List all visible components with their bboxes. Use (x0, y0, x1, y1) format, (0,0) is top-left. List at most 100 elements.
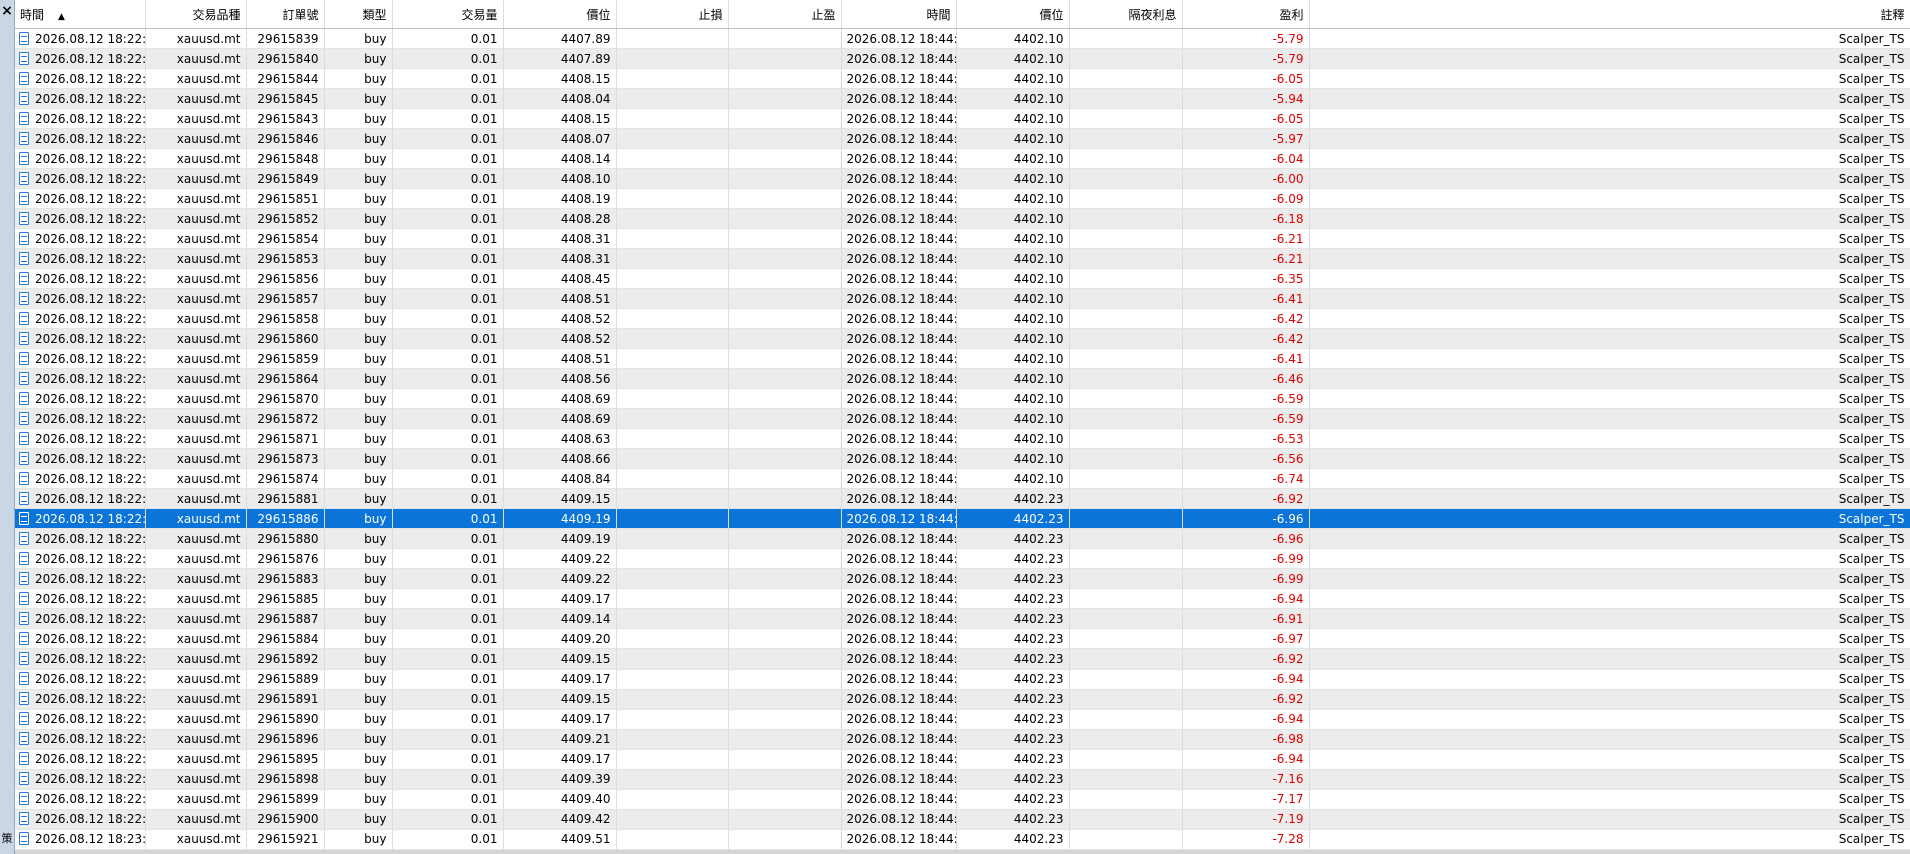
cell-open-price: 4408.51 (503, 348, 617, 370)
cell-swap (1069, 168, 1183, 190)
column-header-order-id[interactable]: 訂單號 (246, 0, 325, 29)
close-icon[interactable]: × (0, 2, 14, 20)
table-row[interactable]: 2026.08.12 18:22:09xauusd.mt29615844buy0… (15, 68, 1910, 90)
cell-open-time: 2026.08.12 18:22:35 (15, 689, 146, 710)
cell-order-id: 29615871 (246, 428, 325, 450)
column-header-symbol[interactable]: 交易品種 (145, 0, 247, 29)
cell-symbol: xauusd.mt (145, 28, 247, 50)
history-table: 時間 ▲ 交易品種 訂單號 類型 交易量 價位 止損 止盈 時間 價位 隔夜利息 … (15, 0, 1910, 851)
table-row[interactable]: 2026.08.12 18:22:33xauusd.mt29615874buy0… (15, 468, 1910, 490)
table-row[interactable]: 2026.08.12 18:22:45xauusd.mt29615900buy0… (15, 809, 1910, 830)
horizontal-scrollbar[interactable] (15, 850, 1910, 854)
table-row[interactable]: 2026.08.12 18:22:34xauusd.mt29615884buy0… (15, 628, 1910, 650)
cell-close-time: 2026.08.12 18:44:14 (841, 468, 957, 490)
cell-take-profit (728, 128, 842, 150)
table-row[interactable]: 2026.08.12 18:23:39xauusd.mt29615921buy0… (15, 829, 1910, 851)
side-tab-label[interactable]: 策 (0, 830, 14, 846)
cell-comment: Scalper_TS (1309, 188, 1910, 210)
table-row[interactable]: 2026.08.12 18:22:10xauusd.mt29615845buy0… (15, 88, 1910, 110)
cell-stop-loss (616, 428, 729, 450)
cell-open-time-text: 2026.08.12 18:22:43 (35, 752, 145, 767)
table-row[interactable]: 2026.08.12 18:22:34xauusd.mt29615887buy0… (15, 608, 1910, 630)
table-row[interactable]: 2026.08.12 18:22:34xauusd.mt29615880buy0… (15, 528, 1910, 550)
table-row[interactable]: 2026.08.12 18:22:35xauusd.mt29615889buy0… (15, 669, 1910, 690)
cell-stop-loss (616, 829, 729, 851)
cell-open-time-text: 2026.08.12 18:23:39 (35, 832, 145, 847)
cell-take-profit (728, 689, 842, 710)
table-row[interactable]: 2026.08.12 18:22:11xauusd.mt29615848buy0… (15, 148, 1910, 170)
table-row[interactable]: 2026.08.12 18:22:33xauusd.mt29615881buy0… (15, 488, 1910, 510)
table-row[interactable]: 2026.08.12 18:22:19xauusd.mt29615856buy0… (15, 268, 1910, 290)
cell-volume: 0.01 (392, 568, 504, 590)
order-document-icon (19, 812, 29, 826)
order-document-icon (19, 591, 29, 605)
table-row[interactable]: 2026.08.12 18:22:43xauusd.mt29615895buy0… (15, 749, 1910, 770)
column-header-close-time[interactable]: 時間 (841, 0, 957, 29)
table-row[interactable]: 2026.08.12 18:22:34xauusd.mt29615876buy0… (15, 548, 1910, 570)
column-header-profit[interactable]: 盈利 (1182, 0, 1310, 29)
cell-type: buy (324, 188, 393, 210)
cell-symbol: xauusd.mt (145, 328, 247, 350)
cell-close-price: 4402.10 (956, 308, 1070, 330)
table-row[interactable]: 2026.08.12 18:22:35xauusd.mt29615890buy0… (15, 709, 1910, 730)
table-row[interactable]: 2026.08.12 18:22:20xauusd.mt29615858buy0… (15, 308, 1910, 330)
table-row[interactable]: 2026.08.12 18:22:16xauusd.mt29615852buy0… (15, 208, 1910, 230)
column-header-comment[interactable]: 註釋 (1309, 0, 1910, 29)
table-row[interactable]: 2026.08.12 18:22:22xauusd.mt29615864buy0… (15, 368, 1910, 390)
table-row[interactable]: 2026.08.12 18:22:20xauusd.mt29615859buy0… (15, 348, 1910, 370)
column-header-stop-loss[interactable]: 止損 (616, 0, 729, 29)
cell-open-time-text: 2026.08.12 18:22:16 (35, 191, 145, 206)
table-row[interactable]: 2026.08.12 18:22:43xauusd.mt29615896buy0… (15, 729, 1910, 750)
cell-symbol: xauusd.mt (145, 208, 247, 230)
table-row[interactable]: 2026.08.12 18:22:20xauusd.mt29615857buy0… (15, 288, 1910, 310)
cell-take-profit (728, 408, 842, 430)
table-row[interactable]: 2026.08.12 18:22:20xauusd.mt29615860buy0… (15, 328, 1910, 350)
cell-order-id: 29615921 (246, 829, 325, 851)
column-header-open-price[interactable]: 價位 (503, 0, 617, 29)
table-row[interactable]: 2026.08.12 18:22:34xauusd.mt29615883buy0… (15, 568, 1910, 590)
cell-profit: -6.04 (1182, 148, 1310, 170)
table-row[interactable]: 2026.08.12 18:22:10xauusd.mt29615843buy0… (15, 108, 1910, 130)
table-row[interactable]: 2026.08.12 18:22:34xauusd.mt29615886buy0… (15, 508, 1910, 530)
column-header-open-time[interactable]: 時間 ▲ (15, 0, 146, 29)
cell-order-id: 29615884 (246, 628, 325, 650)
order-document-icon (19, 772, 29, 786)
table-row[interactable]: 2026.08.12 18:22:35xauusd.mt29615892buy0… (15, 648, 1910, 670)
cell-comment: Scalper_TS (1309, 408, 1910, 430)
table-row[interactable]: 2026.08.12 18:22:44xauusd.mt29615898buy0… (15, 769, 1910, 790)
cell-open-price: 4408.69 (503, 408, 617, 430)
table-row[interactable]: 2026.08.12 18:22:10xauusd.mt29615846buy0… (15, 128, 1910, 150)
cell-open-time-text: 2026.08.12 18:22:35 (35, 692, 145, 707)
table-row[interactable]: 2026.08.12 18:22:17xauusd.mt29615853buy0… (15, 248, 1910, 270)
table-row[interactable]: 2026.08.12 18:22:30xauusd.mt29615871buy0… (15, 428, 1910, 450)
table-row[interactable]: 2026.08.12 18:22:30xauusd.mt29615872buy0… (15, 408, 1910, 430)
table-row[interactable]: 2026.08.12 18:22:16xauusd.mt29615854buy0… (15, 228, 1910, 250)
cell-profit: -6.18 (1182, 208, 1310, 230)
table-row[interactable]: 2026.08.12 18:22:35xauusd.mt29615891buy0… (15, 689, 1910, 710)
table-row[interactable]: 2026.08.12 18:22:16xauusd.mt29615851buy0… (15, 188, 1910, 210)
cell-symbol: xauusd.mt (145, 488, 247, 510)
cell-stop-loss (616, 408, 729, 430)
cell-open-time: 2026.08.12 18:22:09 (15, 28, 146, 50)
cell-close-price: 4402.23 (956, 488, 1070, 510)
cell-close-price: 4402.23 (956, 689, 1070, 710)
table-row[interactable]: 2026.08.12 18:22:34xauusd.mt29615885buy0… (15, 588, 1910, 610)
table-row[interactable]: 2026.08.12 18:22:30xauusd.mt29615873buy0… (15, 448, 1910, 470)
table-row[interactable]: 2026.08.12 18:22:09xauusd.mt29615839buy0… (15, 28, 1910, 50)
column-header-take-profit[interactable]: 止盈 (728, 0, 842, 29)
table-row[interactable]: 2026.08.12 18:22:44xauusd.mt29615899buy0… (15, 789, 1910, 810)
cell-comment: Scalper_TS (1309, 608, 1910, 630)
cell-order-id: 29615891 (246, 689, 325, 710)
cell-comment: Scalper_TS (1309, 448, 1910, 470)
cell-stop-loss (616, 268, 729, 290)
table-row[interactable]: 2026.08.12 18:22:12xauusd.mt29615849buy0… (15, 168, 1910, 190)
column-header-type[interactable]: 類型 (324, 0, 393, 29)
column-header-volume[interactable]: 交易量 (392, 0, 504, 29)
cell-type: buy (324, 468, 393, 490)
column-header-close-price[interactable]: 價位 (956, 0, 1070, 29)
table-row[interactable]: 2026.08.12 18:22:09xauusd.mt29615840buy0… (15, 48, 1910, 70)
cell-close-price: 4402.10 (956, 248, 1070, 270)
column-header-swap[interactable]: 隔夜利息 (1069, 0, 1183, 29)
cell-open-time: 2026.08.12 18:22:09 (15, 68, 146, 90)
table-row[interactable]: 2026.08.12 18:22:29xauusd.mt29615870buy0… (15, 388, 1910, 410)
